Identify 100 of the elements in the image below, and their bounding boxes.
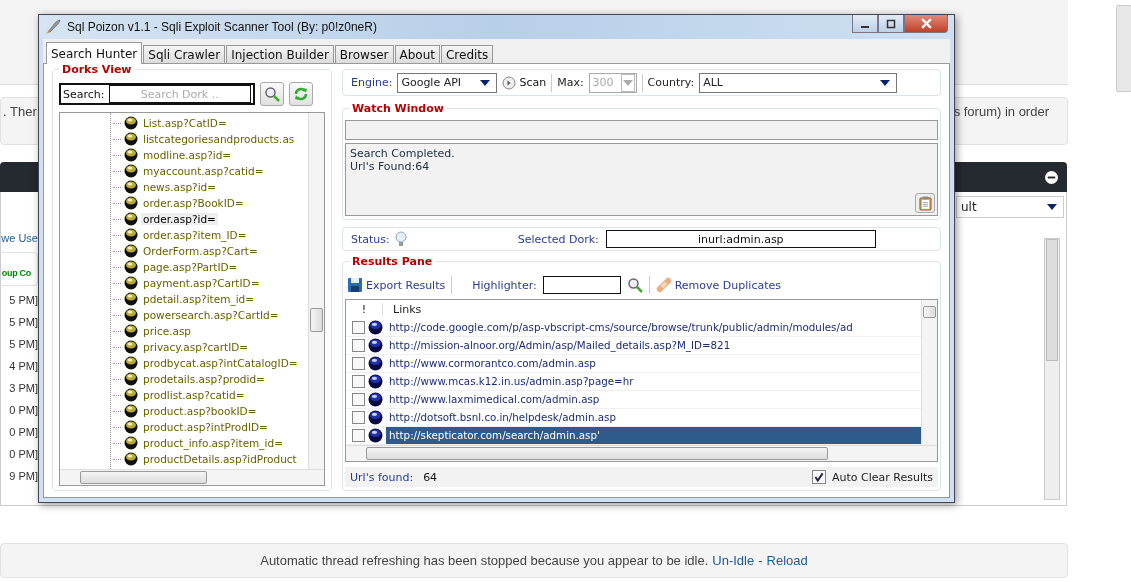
- post-snippet: 0 PM]: [9, 425, 38, 440]
- refresh-button[interactable]: [289, 82, 313, 106]
- globe-icon: [124, 340, 138, 354]
- refresh-icon: [293, 86, 309, 102]
- row-checkbox[interactable]: [352, 339, 365, 352]
- close-button[interactable]: [904, 15, 948, 33]
- row-checkbox[interactable]: [352, 375, 365, 388]
- unidle-link[interactable]: Un-Idle: [712, 553, 755, 568]
- column-header[interactable]: Links: [383, 303, 422, 316]
- post-snippet: 4 PM]: [9, 359, 38, 374]
- scan-button[interactable]: Scan: [502, 75, 547, 90]
- engine-dropdown[interactable]: Google API: [397, 72, 498, 93]
- tab[interactable]: Search Hunter: [46, 42, 143, 64]
- tab[interactable]: Browser: [334, 45, 394, 63]
- tree-item[interactable]: prodbycat.asp?intCatalogID=: [141, 357, 300, 369]
- tree-item[interactable]: List.asp?CatID=: [141, 117, 229, 129]
- maximize-button[interactable]: [878, 15, 904, 33]
- tab[interactable]: Injection Builder: [226, 45, 334, 63]
- result-link[interactable]: http://www.laxmimedical.com/admin.asp: [386, 391, 921, 408]
- tree-item[interactable]: price.asp: [141, 325, 194, 337]
- tree-item[interactable]: product.asp?bookID=: [141, 405, 259, 417]
- reload-link[interactable]: Reload: [766, 553, 808, 568]
- selected-dork-field[interactable]: inurl:admin.asp: [605, 230, 876, 248]
- checkmark-icon: [812, 471, 825, 483]
- post-snippet: 0 PM]: [9, 403, 38, 418]
- log-line: Search Completed.: [350, 147, 456, 160]
- export-button[interactable]: Export Results: [347, 277, 446, 293]
- minimize-button[interactable]: [852, 15, 878, 33]
- page-scrollbar[interactable]: [1116, 5, 1131, 92]
- scrollbar[interactable]: [60, 469, 324, 485]
- country-dropdown[interactable]: ALL: [699, 72, 898, 93]
- tab[interactable]: Sqli Crawler: [143, 45, 226, 63]
- tree-item[interactable]: product.asp?intProdID=: [141, 421, 270, 433]
- row-checkbox[interactable]: [352, 429, 365, 442]
- engine-label: Engine:: [351, 76, 393, 89]
- notice-text: . Ther: [3, 104, 37, 121]
- globe-icon: [124, 244, 138, 258]
- scrollbar[interactable]: [308, 113, 324, 469]
- scrollbar[interactable]: [346, 445, 937, 461]
- tree-item[interactable]: news.asp?id=: [141, 181, 219, 193]
- tree-item[interactable]: order.asp?id=: [141, 213, 218, 225]
- globe-icon: [368, 428, 383, 443]
- status-label: Status:: [351, 232, 390, 246]
- tree-item[interactable]: prodetails.asp?prodid=: [141, 373, 267, 385]
- globe-icon: [124, 276, 138, 290]
- caret-icon: [622, 79, 633, 86]
- search-icon: [264, 86, 280, 102]
- globe-icon: [124, 148, 138, 162]
- tree-item[interactable]: prodlist.asp?catid=: [141, 389, 247, 401]
- highlighter-field[interactable]: [542, 276, 621, 294]
- result-link[interactable]: http://www.mcas.k12.in.us/admin.asp?page=hr: [386, 373, 921, 390]
- tree-item[interactable]: payment.asp?CartID=: [141, 277, 262, 289]
- result-link[interactable]: http://www.cormorantco.com/admin.asp: [386, 355, 921, 372]
- scrollbar[interactable]: [1044, 238, 1060, 500]
- tree-item[interactable]: OrderForm.asp?Cart=: [141, 245, 260, 257]
- tree-item[interactable]: product_info.asp?item_id=: [141, 437, 285, 449]
- tree-item[interactable]: pdetail.asp?item_id=: [141, 293, 256, 305]
- result-link[interactable]: http://dotsoft.bsnl.co.in/helpdesk/admin.asp: [386, 409, 921, 426]
- tree-item[interactable]: page.asp?PartID=: [141, 261, 240, 273]
- globe-icon: [124, 260, 138, 274]
- tree-item[interactable]: privacy.asp?cartID=: [141, 341, 251, 353]
- post-snippet: we Use: [1, 231, 38, 246]
- play-icon: [502, 75, 517, 90]
- result-link[interactable]: http://code.google.com/p/asp-vbscript-cms/source/browse/trunk/public/admin/modules/ad: [386, 319, 921, 336]
- post-snippet: 5 PM]: [9, 337, 38, 352]
- search-button[interactable]: [260, 82, 284, 106]
- globe-icon: [368, 410, 383, 425]
- row-checkbox[interactable]: [352, 411, 365, 424]
- search-icon[interactable]: [626, 277, 643, 293]
- tree-item[interactable]: listcategoriesandproducts.as: [141, 133, 297, 145]
- column-header[interactable]: !: [346, 303, 383, 316]
- remove-duplicates-button[interactable]: Remove Duplicates: [655, 277, 781, 293]
- tree-item[interactable]: powersearch.asp?CartId=: [141, 309, 281, 321]
- window-title: Sql Poizon v1.1 - Sqli Exploit Scanner Tool (By: p0!z0neR): [67, 20, 377, 34]
- post-snippet: 0 PM]: [9, 447, 38, 462]
- tab[interactable]: About: [394, 45, 440, 63]
- tree-item[interactable]: order.asp?BookID=: [141, 197, 246, 209]
- tree-item[interactable]: order.asp?item_ID=: [141, 229, 249, 241]
- tree-item[interactable]: myaccount.asp?catid=: [141, 165, 266, 177]
- row-checkbox[interactable]: [352, 321, 365, 334]
- search-field[interactable]: Search: Search Dork ..: [59, 83, 255, 105]
- globe-icon: [124, 308, 138, 322]
- row-checkbox[interactable]: [352, 357, 365, 370]
- result-link[interactable]: http://mission-alnoor.org/Admin/asp/Mailed_details.asp?M_ID=821: [386, 337, 921, 354]
- result-link[interactable]: http://skepticator.com/search/admin.asp': [386, 427, 921, 444]
- caret-icon: [480, 79, 491, 86]
- row-checkbox[interactable]: [352, 393, 365, 406]
- collapse-icon[interactable]: [1045, 170, 1058, 184]
- caret-icon: [880, 79, 891, 86]
- globe-icon: [124, 372, 138, 386]
- sort-dropdown[interactable]: ult: [956, 196, 1064, 218]
- tab[interactable]: Credits: [441, 45, 494, 63]
- auto-clear-checkbox[interactable]: [811, 470, 826, 484]
- globe-icon: [124, 196, 138, 210]
- auto-clear-label: Auto Clear Results: [831, 470, 933, 484]
- globe-icon: [124, 212, 138, 226]
- tree-item[interactable]: productDetails.asp?idProduct: [141, 453, 299, 465]
- scrollbar[interactable]: [921, 300, 937, 445]
- clipboard-button[interactable]: [915, 193, 935, 213]
- tree-item[interactable]: modline.asp?id=: [141, 149, 234, 161]
